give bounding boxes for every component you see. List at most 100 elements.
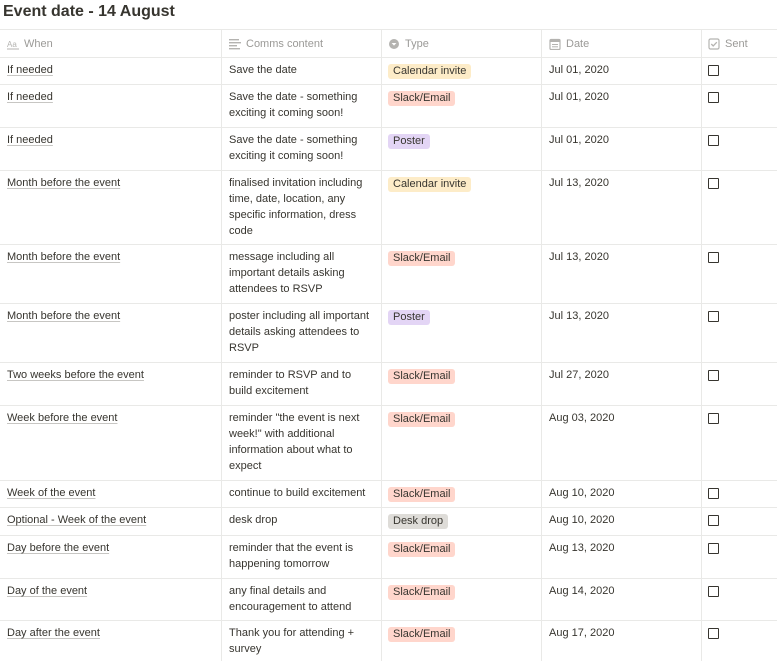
comms-content-cell[interactable]: Save the date (221, 58, 381, 84)
when-link[interactable]: Week of the event (7, 487, 95, 499)
date-cell[interactable]: Aug 17, 2020 (541, 621, 701, 661)
sent-checkbox[interactable] (708, 515, 719, 526)
comms-content-cell[interactable]: desk drop (221, 508, 381, 535)
type-cell[interactable]: Calendar invite (381, 171, 541, 244)
date-cell[interactable]: Aug 14, 2020 (541, 579, 701, 620)
comms-content-cell[interactable]: message including all important details … (221, 245, 381, 303)
type-tag[interactable]: Slack/Email (388, 251, 456, 266)
table-row[interactable]: Month before the event finalised invitati… (0, 170, 777, 244)
table-row[interactable]: Week before the event reminder "the event… (0, 405, 777, 480)
sent-checkbox[interactable] (708, 413, 719, 424)
type-tag[interactable]: Calendar invite (388, 177, 472, 192)
when-link[interactable]: Month before the event (7, 177, 120, 189)
when-cell[interactable]: Day after the event (0, 621, 221, 661)
sent-checkbox[interactable] (708, 488, 719, 499)
type-tag[interactable]: Poster (388, 134, 430, 149)
comms-content-cell[interactable]: reminder that the event is happening tom… (221, 536, 381, 578)
sent-checkbox[interactable] (708, 178, 719, 189)
when-link[interactable]: Month before the event (7, 310, 120, 322)
type-tag[interactable]: Slack/Email (388, 542, 456, 557)
type-tag[interactable]: Slack/Email (388, 627, 456, 642)
type-cell[interactable]: Slack/Email (381, 363, 541, 405)
table-row[interactable]: Month before the event message including … (0, 244, 777, 303)
date-cell[interactable]: Jul 13, 2020 (541, 171, 701, 244)
when-cell[interactable]: Two weeks before the event (0, 363, 221, 405)
type-cell[interactable]: Slack/Email (381, 621, 541, 661)
when-link[interactable]: If needed (7, 91, 53, 103)
when-cell[interactable]: If needed (0, 128, 221, 170)
column-header-comms[interactable]: Comms content (221, 30, 381, 57)
when-link[interactable]: If needed (7, 64, 53, 76)
sent-checkbox[interactable] (708, 252, 719, 263)
when-cell[interactable]: If needed (0, 85, 221, 127)
when-link[interactable]: Day before the event (7, 542, 109, 554)
when-cell[interactable]: Week before the event (0, 406, 221, 480)
when-link[interactable]: Two weeks before the event (7, 369, 144, 381)
when-cell[interactable]: Month before the event (0, 171, 221, 244)
column-header-date[interactable]: Date (541, 30, 701, 57)
table-row[interactable]: Week of the event continue to build excit… (0, 480, 777, 507)
when-link[interactable]: Week before the event (7, 412, 117, 424)
date-cell[interactable]: Jul 01, 2020 (541, 58, 701, 84)
date-cell[interactable]: Aug 10, 2020 (541, 508, 701, 535)
type-tag[interactable]: Slack/Email (388, 585, 456, 600)
when-cell[interactable]: Month before the event (0, 245, 221, 303)
when-cell[interactable]: Optional - Week of the event (0, 508, 221, 535)
comms-content-cell[interactable]: Save the date - something exciting it co… (221, 128, 381, 170)
when-link[interactable]: Day of the event (7, 585, 87, 597)
when-link[interactable]: Day after the event (7, 627, 100, 639)
date-cell[interactable]: Jul 13, 2020 (541, 304, 701, 362)
date-cell[interactable]: Aug 03, 2020 (541, 406, 701, 480)
type-tag[interactable]: Desk drop (388, 514, 449, 529)
when-cell[interactable]: Day before the event (0, 536, 221, 578)
comms-content-cell[interactable]: continue to build excitement (221, 481, 381, 507)
sent-checkbox[interactable] (708, 92, 719, 103)
comms-content-cell[interactable]: Thank you for attending + survey (221, 621, 381, 661)
type-cell[interactable]: Slack/Email (381, 406, 541, 480)
when-link[interactable]: Month before the event (7, 251, 120, 263)
comms-content-cell[interactable]: reminder to RSVP and to build excitement (221, 363, 381, 405)
table-row[interactable]: If needed Save the date - something excit… (0, 84, 777, 127)
date-cell[interactable]: Aug 13, 2020 (541, 536, 701, 578)
comms-content-cell[interactable]: finalised invitation including time, dat… (221, 171, 381, 244)
table-row[interactable]: Month before the event poster including a… (0, 303, 777, 362)
date-cell[interactable]: Jul 13, 2020 (541, 245, 701, 303)
when-link[interactable]: If needed (7, 134, 53, 146)
table-row[interactable]: Optional - Week of the event desk drop Des… (0, 507, 777, 535)
sent-checkbox[interactable] (708, 628, 719, 639)
column-header-type[interactable]: Type (381, 30, 541, 57)
type-cell[interactable]: Slack/Email (381, 481, 541, 507)
type-tag[interactable]: Calendar invite (388, 64, 472, 79)
table-row[interactable]: If needed Save the date Calendar invite Jul… (0, 57, 777, 84)
when-cell[interactable]: Week of the event (0, 481, 221, 507)
type-tag[interactable]: Poster (388, 310, 430, 325)
type-tag[interactable]: Slack/Email (388, 487, 456, 502)
sent-checkbox[interactable] (708, 311, 719, 322)
table-row[interactable]: Day of the event any final details and en… (0, 578, 777, 620)
sent-checkbox[interactable] (708, 586, 719, 597)
type-cell[interactable]: Slack/Email (381, 536, 541, 578)
table-row[interactable]: If needed Save the date - something excit… (0, 127, 777, 170)
sent-checkbox[interactable] (708, 370, 719, 381)
comms-content-cell[interactable]: Save the date - something exciting it co… (221, 85, 381, 127)
date-cell[interactable]: Jul 27, 2020 (541, 363, 701, 405)
type-cell[interactable]: Desk drop (381, 508, 541, 535)
when-link[interactable]: Optional - Week of the event (7, 514, 146, 526)
type-tag[interactable]: Slack/Email (388, 91, 456, 106)
when-cell[interactable]: If needed (0, 58, 221, 84)
table-row[interactable]: Day before the event reminder that the ev… (0, 535, 777, 578)
comms-content-cell[interactable]: poster including all important details a… (221, 304, 381, 362)
type-tag[interactable]: Slack/Email (388, 412, 456, 427)
sent-checkbox[interactable] (708, 135, 719, 146)
date-cell[interactable]: Aug 10, 2020 (541, 481, 701, 507)
column-header-when[interactable]: Aa When (0, 30, 221, 57)
comms-content-cell[interactable]: reminder "the event is next week!" with … (221, 406, 381, 480)
type-cell[interactable]: Calendar invite (381, 58, 541, 84)
when-cell[interactable]: Month before the event (0, 304, 221, 362)
type-cell[interactable]: Slack/Email (381, 579, 541, 620)
date-cell[interactable]: Jul 01, 2020 (541, 128, 701, 170)
sent-checkbox[interactable] (708, 543, 719, 554)
type-cell[interactable]: Slack/Email (381, 245, 541, 303)
type-tag[interactable]: Slack/Email (388, 369, 456, 384)
type-cell[interactable]: Poster (381, 304, 541, 362)
